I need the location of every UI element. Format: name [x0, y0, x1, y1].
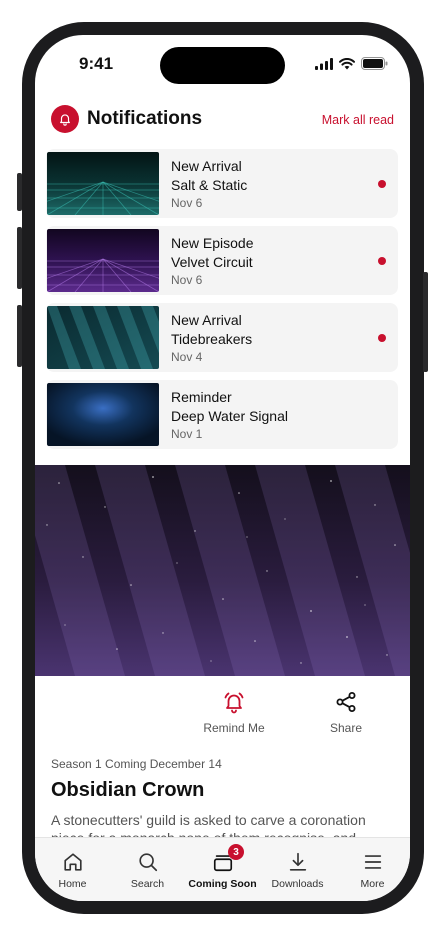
- notifications-title: Notifications: [87, 108, 203, 129]
- notification-item[interactable]: New Episode Velvet Circuit Nov 6: [46, 226, 398, 295]
- share-label: Share: [329, 721, 363, 735]
- notification-item[interactable]: Reminder Deep Water Signal Nov 1: [46, 380, 398, 449]
- featured-title: Obsidian Crown: [51, 779, 205, 801]
- share-button[interactable]: Share: [325, 690, 367, 735]
- remind-me-label: Remind Me: [203, 721, 265, 735]
- action-button: [17, 173, 22, 211]
- tab-label: Coming Soon: [188, 878, 257, 890]
- mark-all-read-link[interactable]: Mark all read: [322, 113, 394, 127]
- dynamic-island: [160, 47, 285, 84]
- notification-list: New Arrival Salt & Static Nov 6 New Epis…: [46, 149, 398, 457]
- notifications-bell-icon: [51, 105, 79, 133]
- menu-icon: [364, 855, 381, 869]
- tab-label: More: [360, 878, 385, 890]
- tab-label: Home: [58, 878, 87, 890]
- download-icon: [289, 852, 306, 871]
- status-icons: [315, 57, 388, 70]
- tab-home[interactable]: Home: [35, 850, 110, 890]
- notification-item[interactable]: New Arrival Tidebreakers Nov 4: [46, 303, 398, 372]
- volume-up-button: [17, 227, 22, 289]
- wifi-icon: [339, 57, 355, 69]
- notification-date: Nov 6: [171, 196, 203, 210]
- screen: 9:41 Notifications Mark all read New Arr…: [35, 35, 410, 901]
- notification-kind: New Arrival: [171, 158, 242, 174]
- notification-show: Velvet Circuit: [171, 254, 253, 270]
- power-button: [423, 272, 428, 372]
- notification-thumbnail: [47, 383, 159, 446]
- notification-thumbnail: [47, 306, 159, 369]
- notification-thumbnail: [47, 229, 159, 292]
- home-icon: [63, 853, 82, 871]
- notification-kind: New Arrival: [171, 312, 242, 328]
- notification-date: Nov 1: [171, 427, 203, 441]
- notification-item[interactable]: New Arrival Salt & Static Nov 6: [46, 149, 398, 218]
- status-bar: 9:41: [35, 35, 410, 95]
- tab-label: Search: [130, 878, 165, 890]
- unread-dot: [378, 180, 386, 188]
- status-time: 9:41: [79, 54, 114, 73]
- share-icon: [336, 692, 356, 712]
- tab-more[interactable]: More: [335, 850, 410, 890]
- remind-me-button[interactable]: Remind Me: [201, 690, 267, 735]
- coming-soon-badge: 3: [228, 844, 244, 860]
- battery-icon: [361, 57, 388, 70]
- notifications-header: Notifications Mark all read: [51, 105, 394, 133]
- notification-kind: New Episode: [171, 235, 254, 251]
- notification-date: Nov 4: [171, 350, 203, 364]
- search-icon: [138, 853, 157, 872]
- unread-dot: [378, 334, 386, 342]
- signal-icon: [315, 57, 333, 70]
- tab-search[interactable]: Search: [110, 850, 185, 890]
- alarm-bell-icon: [224, 692, 244, 714]
- featured-actions: Remind Me Share: [35, 690, 410, 740]
- notification-thumbnail: [47, 152, 159, 215]
- tab-downloads[interactable]: Downloads: [260, 850, 335, 890]
- notification-date: Nov 6: [171, 273, 203, 287]
- volume-down-button: [17, 305, 22, 367]
- notification-show: Deep Water Signal: [171, 408, 288, 424]
- notification-kind: Reminder: [171, 389, 232, 405]
- notification-show: Salt & Static: [171, 177, 248, 193]
- tab-bar: Home Search 3 Coming Soon Downloads More: [35, 837, 410, 901]
- tab-label: Downloads: [271, 878, 324, 890]
- season-info: Season 1 Coming December 14: [51, 757, 222, 771]
- featured-hero-image[interactable]: [35, 465, 410, 676]
- unread-dot: [378, 257, 386, 265]
- tab-coming-soon[interactable]: 3 Coming Soon: [185, 844, 260, 890]
- notification-show: Tidebreakers: [171, 331, 253, 347]
